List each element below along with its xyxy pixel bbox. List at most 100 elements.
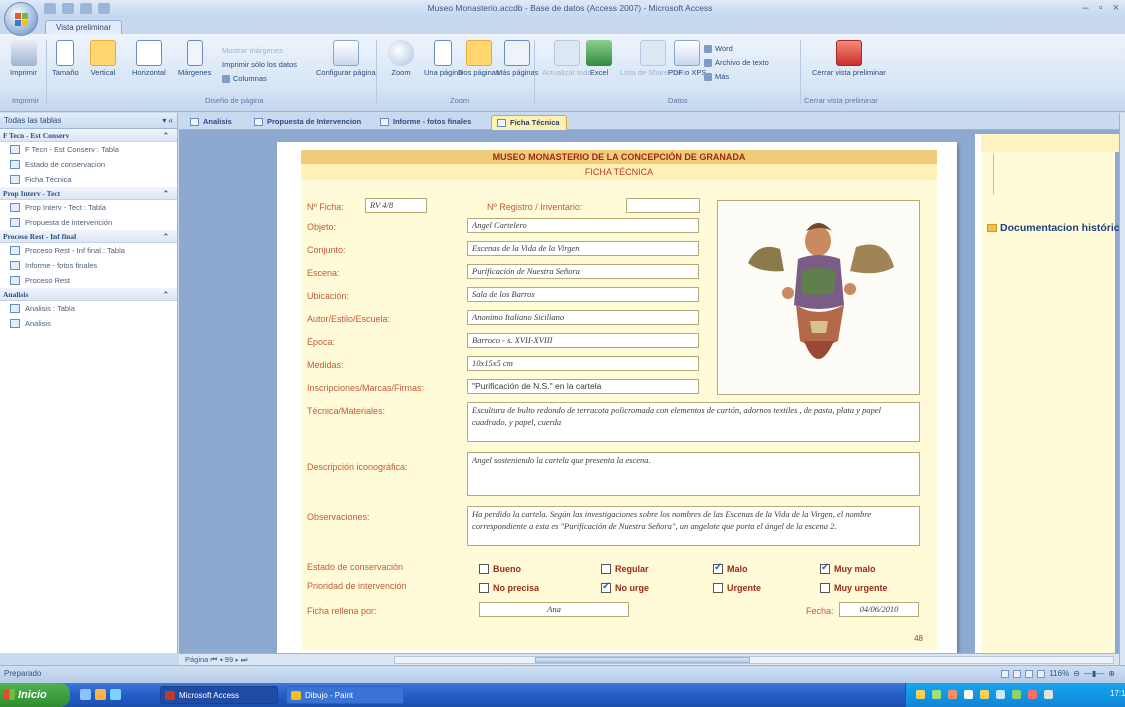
report-icon bbox=[10, 276, 20, 285]
portrait-button[interactable]: Vertical bbox=[90, 40, 116, 77]
zoom-slider[interactable]: —▮— bbox=[1084, 669, 1104, 678]
tray-icon[interactable] bbox=[932, 690, 941, 699]
quick-launch-icon[interactable] bbox=[80, 689, 91, 700]
text-file-icon bbox=[704, 58, 712, 67]
report-page-next: Documentacion histórica bbox=[975, 134, 1119, 653]
record-navigator: Página ⏮ ◂ 99 ▸ ⏭ bbox=[179, 653, 1119, 665]
nav-item-table[interactable]: Proceso Rest - Inf final : Tabla bbox=[0, 243, 177, 258]
tab-analisis[interactable]: Analisis bbox=[185, 115, 238, 130]
undo-icon[interactable] bbox=[62, 3, 74, 14]
text-file-export-button[interactable]: Archivo de texto bbox=[704, 58, 769, 67]
group-label-datos: Datos bbox=[668, 96, 688, 105]
excel-export-button[interactable]: Excel bbox=[586, 40, 612, 77]
nav-item-report[interactable]: Proceso Rest bbox=[0, 273, 177, 288]
more-pages-button[interactable]: Más páginas bbox=[496, 40, 539, 77]
zoom-in-icon[interactable]: ⊕ bbox=[1108, 669, 1115, 678]
close-icon[interactable]: × bbox=[1113, 2, 1119, 14]
chevron-down-icon[interactable]: ▾ « bbox=[162, 116, 173, 125]
page-setup-button[interactable]: Configurar página bbox=[316, 40, 376, 77]
horizontal-scrollbar[interactable] bbox=[394, 656, 1114, 664]
tab-vista-preliminar[interactable]: Vista preliminar bbox=[45, 20, 122, 34]
nav-item-report[interactable]: Analisis bbox=[0, 316, 177, 331]
label-objeto: Objeto: bbox=[307, 222, 337, 232]
maximize-icon[interactable]: ▫ bbox=[1099, 2, 1103, 14]
nav-item-table[interactable]: Prop Interv - Tect : Tabla bbox=[0, 200, 177, 215]
nav-group-header[interactable]: Analisis ⌃ bbox=[0, 288, 177, 301]
one-page-icon bbox=[434, 40, 453, 66]
scroll-thumb[interactable] bbox=[535, 657, 750, 663]
task-access[interactable]: Microsoft Access bbox=[160, 686, 278, 704]
task-paint[interactable]: Dibujo - Paint bbox=[286, 686, 404, 704]
close-preview-button[interactable]: Cerrar vista preliminar bbox=[812, 40, 886, 77]
prioridad-muy-urgente-checkbox: Muy urgente bbox=[820, 583, 888, 593]
nav-item-report[interactable]: Propuesta de intervención bbox=[0, 215, 177, 230]
field-tecnica: Escultura de bulto redondo de terracota … bbox=[467, 402, 920, 442]
tab-informe[interactable]: Informe - fotos finales bbox=[375, 115, 477, 130]
nav-item-report[interactable]: Estado de conservacion bbox=[0, 157, 177, 172]
page-header-strip bbox=[981, 134, 1119, 152]
start-button[interactable]: Inicio bbox=[0, 683, 70, 707]
minimize-icon[interactable]: – bbox=[1083, 2, 1089, 14]
one-page-button[interactable]: Una página bbox=[424, 40, 462, 77]
tray-icon[interactable] bbox=[948, 690, 957, 699]
print-data-only-checkbox[interactable]: Imprimir sólo los datos bbox=[222, 60, 297, 69]
tray-icon[interactable] bbox=[916, 690, 925, 699]
vertical-scrollbar[interactable] bbox=[1119, 113, 1125, 665]
zoom-out-icon[interactable]: ⊖ bbox=[1073, 669, 1080, 678]
more-export-button[interactable]: Más bbox=[704, 72, 729, 81]
save-icon[interactable] bbox=[44, 3, 56, 14]
view-icon[interactable] bbox=[1037, 669, 1046, 678]
redo-icon[interactable] bbox=[80, 3, 92, 14]
nav-item-report[interactable]: Informe - fotos finales bbox=[0, 258, 177, 273]
pdf-icon bbox=[674, 40, 701, 66]
tab-ficha-tecnica[interactable]: Ficha Técnica bbox=[491, 115, 567, 130]
report-icon bbox=[380, 118, 389, 126]
pdf-xps-button[interactable]: PDF o XPS bbox=[668, 40, 706, 77]
paint-icon bbox=[291, 691, 301, 700]
label-conjunto: Conjunto: bbox=[307, 245, 346, 255]
office-button[interactable] bbox=[4, 2, 38, 36]
nav-group-header[interactable]: Proceso Rest - Inf final ⌃ bbox=[0, 230, 177, 243]
nav-item-table[interactable]: F Tecn - Est Conserv : Tabla bbox=[0, 142, 177, 157]
field-escena: Purificación de Nuestra Señora bbox=[467, 264, 699, 279]
tray-icon[interactable] bbox=[980, 690, 989, 699]
page-navigator[interactable]: Página ⏮ ◂ 99 ▸ ⏭ bbox=[185, 655, 247, 665]
word-export-button[interactable]: Word bbox=[704, 44, 733, 53]
margins-button[interactable]: Márgenes bbox=[178, 40, 211, 77]
quick-launch-icon[interactable] bbox=[95, 689, 106, 700]
nav-item-report[interactable]: Ficha Técnica bbox=[0, 172, 177, 187]
two-pages-icon bbox=[465, 40, 492, 66]
landscape-button[interactable]: Horizontal bbox=[132, 40, 166, 77]
view-icon[interactable] bbox=[1001, 669, 1010, 678]
report-icon bbox=[497, 119, 506, 127]
show-margins-checkbox[interactable]: Mostrar márgenes bbox=[222, 46, 283, 55]
more-pages-icon bbox=[504, 40, 531, 66]
customize-icon[interactable] bbox=[98, 3, 110, 14]
prioridad-urgente-checkbox: Urgente bbox=[713, 583, 761, 593]
size-button[interactable]: Tamaño bbox=[52, 40, 79, 77]
tray-icon[interactable] bbox=[1028, 690, 1037, 699]
nav-pane-header[interactable]: Todas las tablas ▾ « bbox=[0, 113, 177, 129]
zoom-button[interactable]: Zoom bbox=[388, 40, 414, 77]
tray-icon[interactable] bbox=[1012, 690, 1021, 699]
speaker-icon[interactable] bbox=[1044, 690, 1053, 699]
tray-icon[interactable] bbox=[996, 690, 1005, 699]
view-icon[interactable] bbox=[1013, 669, 1022, 678]
tab-propuesta[interactable]: Propuesta de Intervencion bbox=[249, 115, 367, 130]
nav-group-header[interactable]: Prop Interv - Tect ⌃ bbox=[0, 187, 177, 200]
first-page-icon[interactable]: ⏮ ◂ bbox=[210, 655, 224, 664]
quick-launch-icon[interactable] bbox=[110, 689, 121, 700]
next-page-icon[interactable]: ▸ ⏭ bbox=[235, 655, 247, 664]
page-size-icon bbox=[56, 40, 75, 66]
tray-icon[interactable] bbox=[964, 690, 973, 699]
nav-group-header[interactable]: F Tecn - Est Conserv ⌃ bbox=[0, 129, 177, 142]
columns-button[interactable]: Columnas bbox=[222, 74, 267, 83]
refresh-all-button[interactable]: Actualizar todo bbox=[542, 40, 592, 77]
nav-group-proceso: Proceso Rest - Inf final ⌃ Proceso Rest -… bbox=[0, 230, 177, 288]
print-button[interactable]: Imprimir bbox=[10, 40, 37, 77]
view-icon[interactable] bbox=[1025, 669, 1034, 678]
nav-item-table[interactable]: Analisis : Tabla bbox=[0, 301, 177, 316]
two-pages-button[interactable]: Dos páginas bbox=[458, 40, 500, 77]
portrait-icon bbox=[90, 40, 116, 66]
field-rellena: Ana bbox=[479, 602, 629, 617]
